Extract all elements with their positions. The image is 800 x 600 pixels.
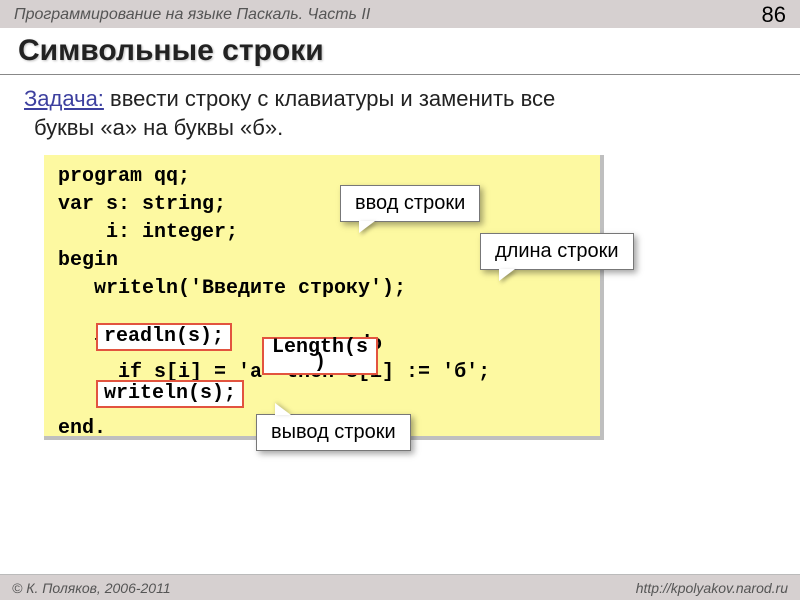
doc-title: Программирование на языке Паскаль. Часть… xyxy=(14,6,370,24)
code-block: program qq; var s: string; i: integer; b… xyxy=(44,155,604,440)
page-number: 86 xyxy=(762,2,786,28)
callout-length: длина строки xyxy=(480,233,634,270)
problem-line2: буквы «а» на буквы «б». xyxy=(24,114,283,143)
highlight-readln: readln(s); xyxy=(96,323,232,351)
highlight-writeln: writeln(s); xyxy=(96,380,244,408)
footer-url: http://kpolyakov.narod.ru xyxy=(636,580,788,596)
problem-lead: Задача: xyxy=(24,86,104,111)
footer-bar: © К. Поляков, 2006-2011 http://kpolyakov… xyxy=(0,574,800,600)
highlight-length: Length(s) xyxy=(262,337,378,375)
page-title: Символьные строки xyxy=(0,28,800,75)
callout-output: вывод строки xyxy=(256,414,411,451)
header-bar: Программирование на языке Паскаль. Часть… xyxy=(0,0,800,28)
footer-copyright: © К. Поляков, 2006-2011 xyxy=(12,580,171,596)
callout-input: ввод строки xyxy=(340,185,480,222)
problem-line1: ввести строку с клавиатуры и заменить вс… xyxy=(104,86,555,111)
problem-statement: Задача: ввести строку с клавиатуры и зам… xyxy=(0,75,800,142)
